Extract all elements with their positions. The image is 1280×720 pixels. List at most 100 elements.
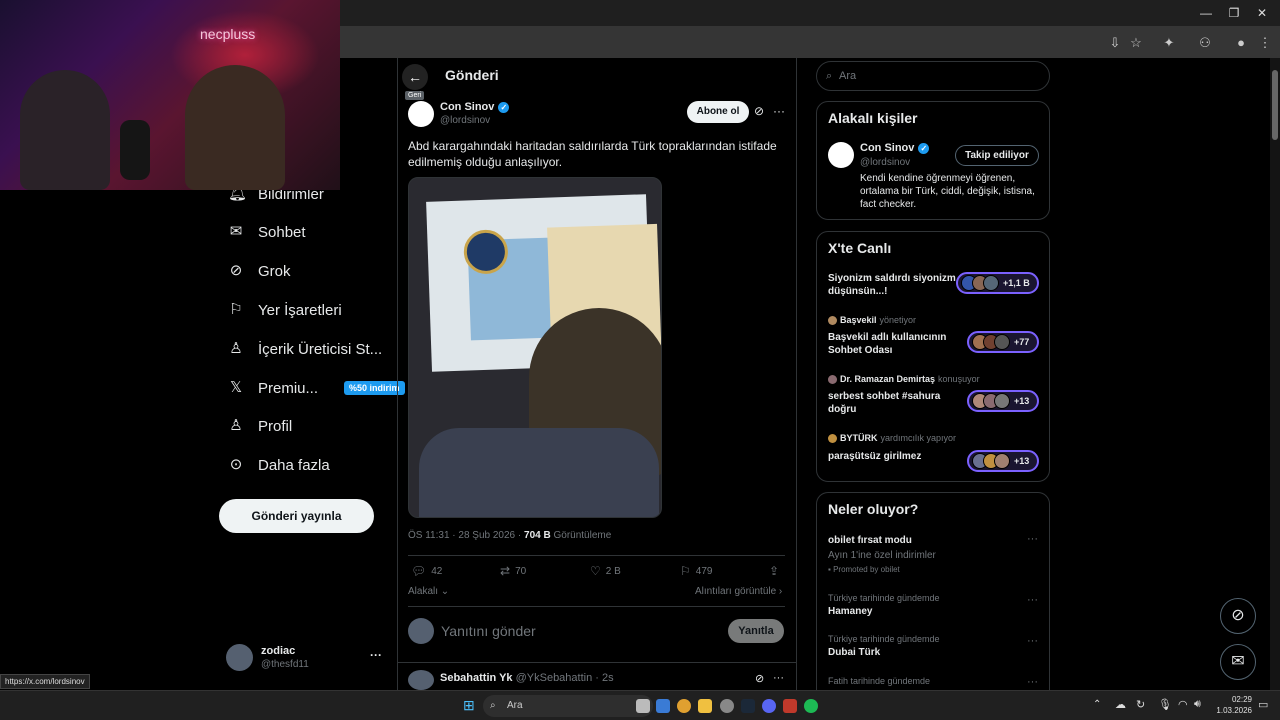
browser-menu-icon[interactable]: ⋮ [1256,34,1274,52]
steam-icon[interactable] [741,699,755,713]
tweet-text: Abd karargahındaki haritadan saldırılard… [408,139,777,169]
post-button[interactable]: Gönderi yayınla [219,499,374,533]
author-handle[interactable]: @lordsinov [440,115,490,126]
messages-float-button[interactable]: ✉ [1220,644,1256,680]
reply-author-avatar[interactable] [408,670,434,690]
repost-count: 70 [515,565,527,577]
cloud-icon[interactable]: ☁ [1115,698,1126,711]
reply-button[interactable]: Yanıtla [728,619,784,643]
clock[interactable]: 02:29 1.03.2026 [1212,694,1252,716]
trend-more-icon[interactable]: ··· [1027,676,1038,688]
clock-date: 1.03.2026 [1216,706,1252,715]
taskbar: ⊞ ⌕ Ara ⌃ ☁ ↻ 🎙︎ ◠ 🔊︎ 02:29 1.03.2026 ▭ [0,690,1280,720]
nav-item-grok[interactable]: ⊘ Grok [228,256,291,286]
task-view-icon[interactable] [636,699,650,713]
close-icon[interactable]: ✕ [1252,4,1272,22]
back-arrow-icon[interactable]: ← [402,64,428,90]
sync-icon[interactable]: ↻ [1136,698,1145,711]
chrome-icon[interactable] [677,699,691,713]
live-space-title[interactable]: Siyonizm saldırdı siyonizm düşünsün...! [828,272,958,298]
live-space-title[interactable]: Başvekil adlı kullanıcının Sohbet Odası [828,331,958,357]
grok-float-button[interactable]: ⊘ [1220,598,1256,634]
trend-name[interactable]: Dubai Türk [828,647,880,658]
page-scrollbar[interactable] [1270,58,1280,690]
account-more-icon[interactable]: ··· [370,648,382,662]
host-role: yardımcılık yapıyor [880,433,957,443]
following-button[interactable]: Takip ediliyor [955,145,1039,166]
host-role: yönetiyor [879,315,917,325]
account-avatar-icon[interactable]: ● [1232,34,1250,52]
status-url: https://x.com/lordsinov [0,674,90,689]
grok-icon[interactable]: ⊘ [755,672,764,685]
trend-more-icon[interactable]: ··· [1027,533,1038,545]
share-action[interactable]: ⇪ [769,564,779,578]
minimize-icon[interactable]: — [1196,4,1216,22]
nav-item-profile[interactable]: ♙ Profil [228,411,292,441]
trend-more-icon[interactable]: ··· [1027,635,1038,647]
nav-item-creator-studio[interactable]: ♙ İçerik Üreticisi St... [228,334,382,364]
listener-avatar [994,453,1010,469]
view-count: 704 B [524,530,551,541]
person-avatar[interactable] [828,142,854,168]
live-space-title[interactable]: paraşütsüz girilmez [828,450,958,463]
subscribe-button[interactable]: Abone ol [687,101,749,123]
notification-icon[interactable]: ▭ [1258,698,1268,711]
install-app-icon[interactable]: ⇩ [1106,34,1124,52]
live-space-listeners[interactable]: +1,1 B [956,272,1039,294]
tweet-video[interactable] [408,177,662,518]
search-icon: ⌕ [490,700,496,711]
trend-more-icon[interactable]: ··· [1027,594,1038,606]
nav-label: Grok [258,262,291,280]
spotify-icon[interactable] [804,699,818,713]
app-icon[interactable] [720,699,734,713]
tray-chevron-icon[interactable]: ⌃ [1093,699,1101,710]
trend-name[interactable]: obilet fırsat modu [828,535,912,546]
start-icon[interactable]: ⊞ [463,697,475,714]
person-name[interactable]: Con Sinov ✓ [860,142,930,154]
reply-action[interactable]: 💬︎ 42 [411,564,442,578]
scrollbar-thumb[interactable] [1272,70,1278,140]
wifi-icon[interactable]: ◠ [1178,698,1188,711]
view-quotes-link[interactable]: Alıntıları görüntüle › [695,586,782,597]
mic-icon[interactable]: 🎙︎ [1158,698,1172,711]
panel-title: Neler oluyor? [828,501,919,517]
bookmark-star-icon[interactable]: ☆ [1127,34,1145,52]
maximize-icon[interactable]: ❐ [1224,4,1244,22]
like-action[interactable]: ♡ 2 B [590,564,621,578]
volume-icon[interactable]: 🔊︎ [1194,698,1201,711]
profile-manager-icon[interactable]: ⚇ [1196,34,1214,52]
trend-name[interactable]: Hamaney [828,606,872,617]
live-space-listeners[interactable]: +13 [967,450,1039,472]
nav-item-premium[interactable]: 𝕏 Premiu... %50 indirim [228,373,405,403]
nav-item-chat[interactable]: ✉ Sohbet [228,217,306,247]
divider [397,662,796,663]
file-explorer-icon[interactable] [698,699,712,713]
author-avatar[interactable] [408,101,434,127]
author-name[interactable]: Con Sinov ✓ [440,101,510,113]
edge-icon[interactable] [656,699,670,713]
trend-desc: Ayın 1'ine özel indirimler [828,550,936,561]
nav-label: Profil [258,417,293,435]
streamer-left [20,70,110,190]
sort-dropdown[interactable]: Alakalı ⌄ [408,586,449,597]
reply-author[interactable]: Sebahattin Yk @YkSebahattin · 2s [440,672,614,684]
repost-action[interactable]: ⇄ 70 [500,564,526,578]
recording-app-icon[interactable] [783,699,797,713]
grok-icon[interactable]: ⊘ [754,104,764,118]
more-options-icon[interactable]: ··· [773,104,785,118]
bookmark-action[interactable]: ⚐ 479 [680,564,712,578]
more-options-icon[interactable]: ··· [773,672,784,684]
account-switcher[interactable]: zodiac @thesfd11 ··· [226,642,386,678]
page-title: Gönderi [445,67,499,83]
nav-item-more[interactable]: ⊙ Daha fazla [228,450,330,480]
nav-item-bookmarks[interactable]: ⚐ Yer İşaretleri [228,295,341,325]
taskbar-search[interactable]: ⌕ Ara [483,695,653,717]
live-space-title[interactable]: serbest sohbet #sahura doğru [828,390,958,416]
search-input[interactable]: ⌕ Ara [816,61,1050,91]
discord-icon[interactable] [762,699,776,713]
reply-input[interactable]: Yanıtını gönder [441,623,536,639]
live-space-listeners[interactable]: +77 [967,331,1039,353]
live-space-listeners[interactable]: +13 [967,390,1039,412]
promoted-text: Promoted by obilet [833,565,900,574]
extensions-icon[interactable]: ✦ [1160,34,1178,52]
